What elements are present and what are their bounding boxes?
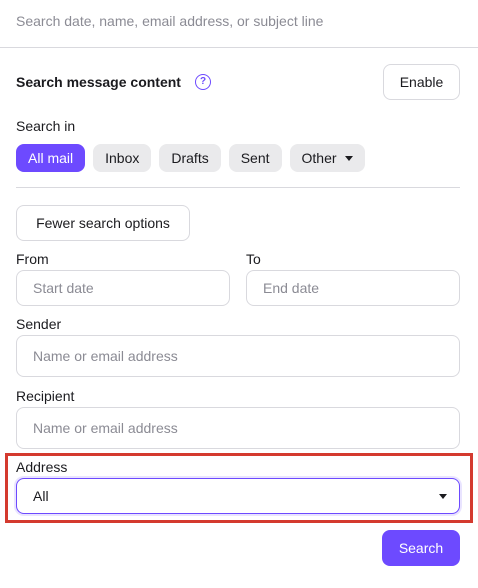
search-bar: [0, 0, 478, 48]
option-other-dropdown[interactable]: Other: [289, 144, 365, 172]
address-select-value: All: [33, 488, 49, 504]
address-label: Address: [16, 459, 68, 475]
option-drafts[interactable]: Drafts: [159, 144, 221, 172]
sender-field[interactable]: [16, 335, 460, 377]
search-input[interactable]: [16, 10, 456, 32]
search-button[interactable]: Search: [382, 530, 460, 566]
address-select[interactable]: All: [16, 478, 460, 514]
end-date-field[interactable]: [246, 270, 460, 306]
option-all-mail[interactable]: All mail: [16, 144, 86, 172]
option-other-label: Other: [301, 150, 337, 166]
search-in-options: All mail Inbox Drafts Sent Other: [16, 144, 365, 172]
caret-down-icon: [344, 155, 353, 161]
option-sent[interactable]: Sent: [228, 144, 282, 172]
enable-button[interactable]: Enable: [383, 64, 460, 100]
message-content-title: Search message content: [16, 74, 181, 90]
to-label: To: [246, 251, 261, 267]
divider: [16, 187, 460, 188]
fewer-search-options-button[interactable]: Fewer search options: [16, 205, 190, 241]
recipient-field[interactable]: [16, 407, 460, 449]
from-label: From: [16, 251, 49, 267]
start-date-field[interactable]: [16, 270, 230, 306]
option-inbox[interactable]: Inbox: [93, 144, 152, 172]
caret-down-icon: [439, 494, 447, 499]
message-content-row: Search message content ? Enable: [16, 64, 460, 100]
sender-label: Sender: [16, 316, 62, 332]
search-in-label: Search in: [16, 118, 76, 134]
recipient-label: Recipient: [16, 388, 75, 404]
help-icon[interactable]: ?: [195, 74, 211, 90]
